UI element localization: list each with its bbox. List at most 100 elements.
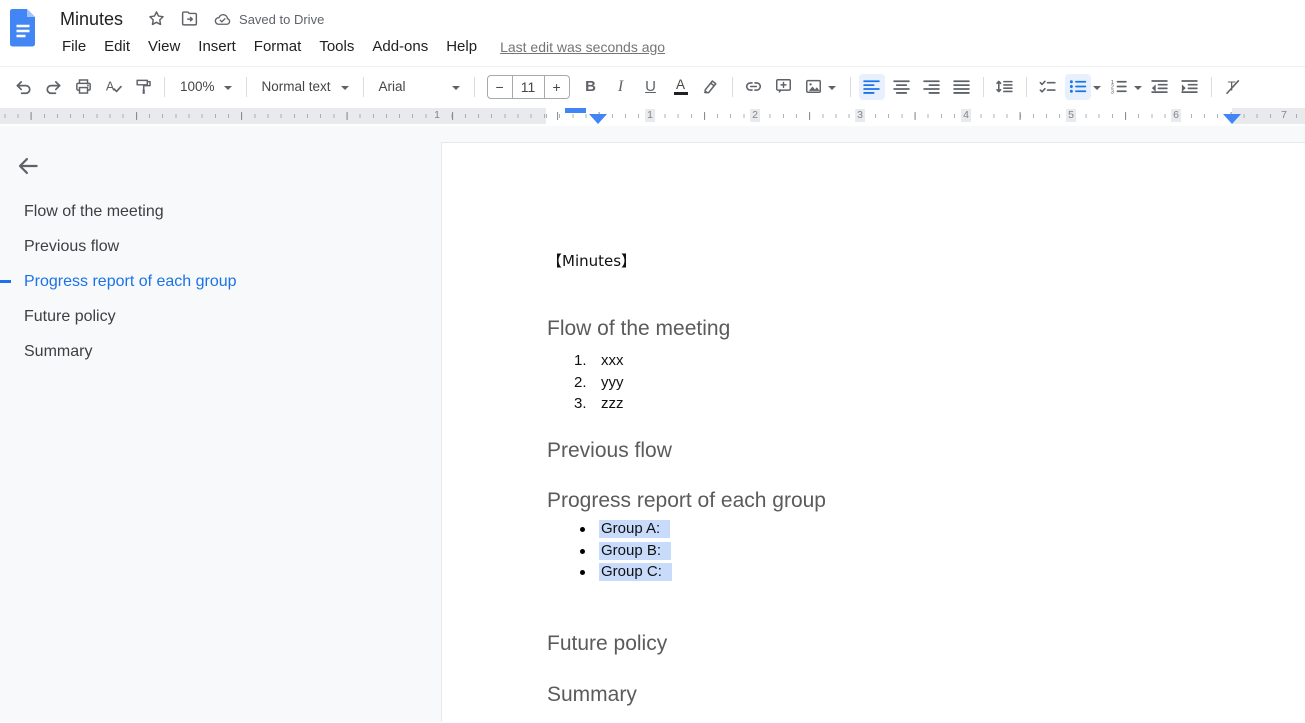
menu-view[interactable]: View	[139, 36, 189, 57]
toolbar: A 100% Normal text Arial − 11 + B I U A	[0, 66, 1305, 106]
list-item[interactable]: Group B:	[547, 540, 672, 562]
chevron-down-icon[interactable]	[1134, 86, 1142, 90]
line-spacing-button[interactable]	[992, 74, 1018, 100]
left-indent-marker[interactable]	[589, 114, 607, 124]
justify-icon	[952, 77, 971, 96]
font-family-select[interactable]: Arial	[372, 74, 466, 100]
list-item[interactable]: Group A:	[547, 518, 672, 540]
doc-heading-progress[interactable]: Progress report of each group	[547, 488, 826, 514]
selected-text[interactable]: Group C:	[599, 563, 672, 581]
spellcheck-button[interactable]: A	[100, 74, 126, 100]
menu-help[interactable]: Help	[437, 36, 486, 57]
selected-text[interactable]: Group B:	[599, 542, 671, 560]
paint-format-button[interactable]	[130, 74, 156, 100]
numbered-list-button[interactable]: 1 2 3	[1106, 74, 1132, 100]
doc-heading-flow[interactable]: Flow of the meeting	[547, 316, 730, 342]
menu-file[interactable]: File	[53, 36, 95, 57]
decrease-font-size-button[interactable]: −	[488, 76, 512, 98]
close-outline-button[interactable]	[16, 154, 42, 180]
italic-button[interactable]: I	[608, 74, 634, 100]
increase-font-size-button[interactable]: +	[545, 76, 569, 98]
menu-edit[interactable]: Edit	[95, 36, 139, 57]
add-comment-button[interactable]	[771, 74, 797, 100]
doc-title-line[interactable]: 【Minutes】	[547, 250, 636, 272]
undo-button[interactable]	[10, 74, 36, 100]
doc-numbered-list: 1. xxx 2. yyy 3. zzz	[547, 350, 624, 415]
document-title[interactable]: Minutes	[60, 9, 123, 30]
star-icon[interactable]	[147, 9, 167, 29]
insert-image-button[interactable]	[801, 74, 842, 100]
insert-link-button[interactable]	[741, 74, 767, 100]
first-line-indent-marker[interactable]	[565, 108, 586, 113]
align-right-icon	[922, 77, 941, 96]
doc-heading-previous[interactable]: Previous flow	[547, 438, 672, 464]
print-button[interactable]	[70, 74, 96, 100]
checklist-button[interactable]	[1035, 74, 1061, 100]
paragraph-style-select[interactable]: Normal text	[255, 74, 355, 100]
menu-insert[interactable]: Insert	[189, 36, 245, 57]
outline-items: Flow of the meeting Previous flow Progre…	[0, 194, 441, 369]
chevron-down-icon	[452, 86, 460, 90]
right-indent-marker[interactable]	[1223, 114, 1241, 124]
align-left-button[interactable]	[859, 74, 885, 100]
align-center-icon	[892, 77, 911, 96]
text-color-button[interactable]: A	[668, 74, 694, 100]
list-item[interactable]: Group C:	[547, 561, 672, 583]
outline-item-flow-of-the-meeting[interactable]: Flow of the meeting	[0, 194, 441, 229]
menu-addons[interactable]: Add-ons	[363, 36, 437, 57]
move-folder-icon[interactable]	[180, 9, 200, 29]
app-header: Minutes Saved to Drive Fi	[0, 0, 1305, 66]
outline-item-summary[interactable]: Summary	[0, 334, 441, 369]
toolbar-divider	[732, 77, 733, 97]
list-marker: 2.	[574, 372, 589, 394]
zoom-value: 100%	[176, 79, 219, 94]
bold-button[interactable]: B	[578, 74, 604, 100]
font-size-input[interactable]: 11	[512, 76, 545, 98]
doc-heading-summary[interactable]: Summary	[547, 682, 637, 708]
align-right-button[interactable]	[919, 74, 945, 100]
ruler-label: 7	[1279, 109, 1289, 122]
last-edit-link[interactable]: Last edit was seconds ago	[500, 39, 665, 55]
toolbar-divider	[363, 77, 364, 97]
outline-item-progress-report[interactable]: Progress report of each group	[0, 264, 441, 299]
numbered-list-icon: 1 2 3	[1109, 77, 1128, 96]
doc-heading-future[interactable]: Future policy	[547, 631, 667, 657]
toolbar-divider	[1026, 77, 1027, 97]
selected-text[interactable]: Group A:	[599, 520, 670, 538]
redo-button[interactable]	[40, 74, 66, 100]
outline-item-previous-flow[interactable]: Previous flow	[0, 229, 441, 264]
svg-text:3: 3	[1111, 90, 1115, 96]
redo-icon	[44, 77, 63, 96]
list-marker: 1.	[574, 350, 589, 372]
ruler: 1 1 2 3 4 5 6 7	[0, 106, 1305, 126]
list-item[interactable]: 1. xxx	[547, 350, 624, 372]
highlighter-icon	[701, 77, 720, 96]
zoom-select[interactable]: 100%	[173, 74, 238, 100]
toolbar-divider	[1211, 77, 1212, 97]
outline-item-future-policy[interactable]: Future policy	[0, 299, 441, 334]
image-icon	[804, 77, 823, 96]
list-item[interactable]: 3. zzz	[547, 393, 624, 415]
undo-icon	[14, 77, 33, 96]
list-item[interactable]: 2. yyy	[547, 372, 624, 394]
justify-button[interactable]	[949, 74, 975, 100]
docs-logo-icon[interactable]	[8, 8, 38, 48]
chevron-down-icon[interactable]	[1093, 86, 1101, 90]
ruler-label: 6	[1171, 109, 1181, 122]
highlight-color-button[interactable]	[698, 74, 724, 100]
menu-tools[interactable]: Tools	[310, 36, 363, 57]
menu-format[interactable]: Format	[245, 36, 311, 57]
underline-button[interactable]: U	[638, 74, 664, 100]
chevron-down-icon	[828, 86, 836, 90]
checklist-icon	[1038, 77, 1057, 96]
decrease-indent-button[interactable]	[1147, 74, 1173, 100]
document-page[interactable]: 【Minutes】 Flow of the meeting 1. xxx 2. …	[441, 142, 1305, 722]
toolbar-divider	[474, 77, 475, 97]
save-status[interactable]: Saved to Drive	[213, 10, 324, 29]
bulleted-list-button[interactable]	[1065, 74, 1091, 100]
chevron-down-icon	[224, 86, 232, 90]
clear-formatting-button[interactable]: T	[1220, 74, 1246, 100]
comment-icon	[774, 77, 793, 96]
align-center-button[interactable]	[889, 74, 915, 100]
increase-indent-button[interactable]	[1177, 74, 1203, 100]
